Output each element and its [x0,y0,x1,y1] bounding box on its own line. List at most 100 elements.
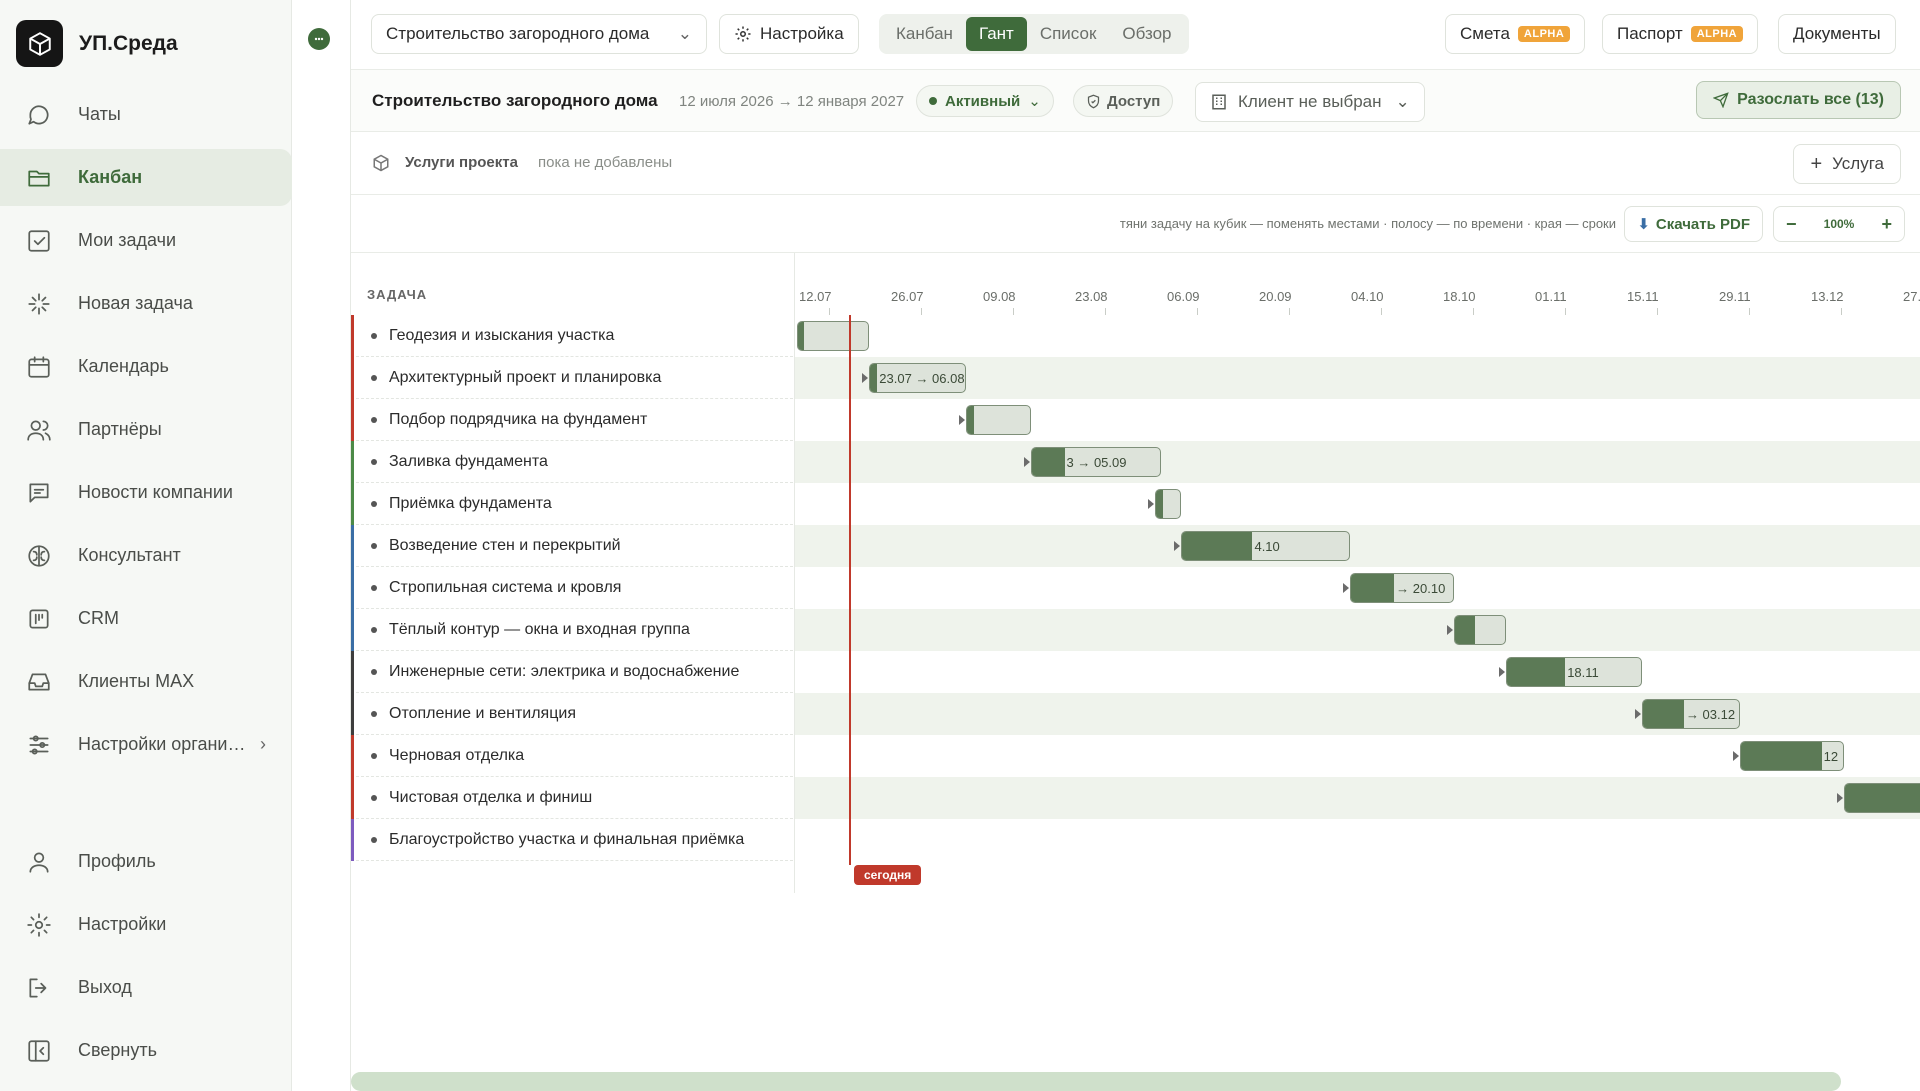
calendar-icon [24,352,54,382]
gantt-bar[interactable] [797,321,869,351]
crm-icon [24,604,54,634]
tab-overview[interactable]: Обзор [1109,17,1184,51]
documents-button[interactable]: Документы [1778,14,1896,54]
shield-icon [1087,94,1100,108]
task-row[interactable]: Заливка фундамента [351,441,793,483]
gear-icon [735,26,751,42]
task-color-stripe [351,735,354,777]
status-label: Активный [945,92,1021,110]
gantt-bar[interactable] [1453,615,1506,645]
send-all-button[interactable]: Разослать все (13) [1696,81,1901,119]
sidebar-item-1[interactable]: Канбан [0,149,292,206]
gantt-bar[interactable]: → 03.12 [1642,699,1740,729]
task-bullet [371,500,377,507]
gantt-bar[interactable]: 3 → 05.09 [1031,447,1161,477]
tab-kanban[interactable]: Канбан [883,17,966,51]
plus-icon: + [1810,152,1823,175]
task-row[interactable]: Приёмка фундамента [351,483,793,525]
gantt-bar[interactable]: 23.07 → 06.08 [868,363,966,393]
timeline-tick-mark [1657,308,1658,315]
sidebar-item-label: CRM [78,608,119,628]
sidebar-bottom-0[interactable]: Профиль [0,833,292,890]
status-badge[interactable]: Активный ⌄ [916,85,1054,117]
timeline-tick-mark [1473,308,1474,315]
sidebar-item-0[interactable]: Чаты [0,86,292,143]
gantt-bar-label: 4.10 [1254,539,1280,554]
dependency-arrow [1836,793,1843,803]
download-pdf-button[interactable]: ⬇ Скачать PDF [1624,206,1763,242]
sidebar-item-6[interactable]: Новости компании [0,464,292,521]
sidebar-item-4[interactable]: Календарь [0,338,292,395]
task-color-stripe [351,819,354,861]
task-row[interactable]: Тёплый контур — окна и входная группа [351,609,793,651]
sidebar-bottom-3[interactable]: Свернуть [0,1022,292,1079]
gantt-bar-progress [1740,742,1822,770]
gantt-bar[interactable] [966,405,1031,435]
settings-button[interactable]: Настройка [719,14,859,54]
task-row[interactable]: Геодезия и изыскания участка [351,315,793,357]
task-color-stripe [351,315,354,357]
sidebar-item-10[interactable]: Настройки органи… › [0,716,292,773]
gantt-bar[interactable] [1843,783,1920,813]
gantt-bar-progress [1350,574,1395,602]
sidebar-item-2[interactable]: Мои задачи [0,212,292,269]
timeline-tick-label: 15.11 [1627,289,1659,304]
sidebar-item-label: Настройки [78,914,167,934]
sidebar-item-8[interactable]: CRM [0,590,292,647]
task-name: Заливка фундамента [389,452,548,470]
chat-bubble-icon[interactable] [308,28,330,50]
app-name: УП.Среда [79,31,178,55]
gantt-bar[interactable]: 18.11 [1505,657,1642,687]
zoom-in-button[interactable]: + [1881,214,1892,235]
estimate-button[interactable]: Смета ALPHA [1445,14,1586,54]
access-label: Доступ [1107,92,1161,110]
passport-button[interactable]: Паспорт ALPHA [1602,14,1759,54]
dependency-arrow [959,415,965,425]
dependency-arrow [1342,583,1349,593]
row-band [795,441,1920,483]
row-band [795,693,1920,735]
task-row[interactable]: Чистовая отделка и финиш [351,777,793,819]
tab-list[interactable]: Список [1027,17,1110,51]
task-row[interactable]: Черновая отделка [351,735,793,777]
row-band [795,525,1920,567]
task-color-stripe [351,399,354,441]
task-row[interactable]: Стропильная система и кровля [351,567,793,609]
task-row[interactable]: Архитектурный проект и планировка [351,357,793,399]
sidebar-bottom-1[interactable]: Настройки [0,896,292,953]
horizontal-scrollbar[interactable] [351,1072,1841,1091]
task-column-header: ЗАДАЧА [367,287,428,302]
task-color-stripe [351,441,354,483]
estimate-label: Смета [1460,24,1510,43]
timeline-tick-mark [1289,308,1290,315]
access-button[interactable]: Доступ [1073,85,1174,117]
brand[interactable]: УП.Среда [16,20,178,67]
sidebar-bottom-2[interactable]: Выход [0,959,292,1016]
main-area: Строительство загородного дома ⌄ Настрой… [350,0,1920,1091]
dependency-arrow [1147,499,1154,509]
services-label: Услуги проекта [405,154,518,171]
sidebar-item-5[interactable]: Партнёры [0,401,292,458]
box-icon [373,154,389,172]
gantt-bar[interactable]: → 20.10 [1349,573,1454,603]
gantt-bar[interactable]: 4.10 [1180,531,1350,561]
add-service-button[interactable]: + Услуга [1793,144,1901,184]
tab-gantt[interactable]: Гант [965,17,1027,51]
gantt-bar[interactable] [1154,489,1181,519]
task-row[interactable]: Возведение стен и перекрытий [351,525,793,567]
sidebar-item-9[interactable]: Клиенты MAX [0,653,292,710]
project-select[interactable]: Строительство загородного дома ⌄ [371,14,707,54]
client-label: Клиент не выбран [1238,92,1382,111]
sidebar-item-7[interactable]: Консультант [0,527,292,584]
gantt-bar[interactable]: 12 [1739,741,1844,771]
zoom-out-button[interactable]: − [1786,214,1797,235]
add-service-label: Услуга [1832,154,1884,173]
task-row[interactable]: Отопление и вентиляция [351,693,793,735]
task-row[interactable]: Инженерные сети: электрика и водоснабжен… [351,651,793,693]
sidebar-item-3[interactable]: Новая задача [0,275,292,332]
client-select[interactable]: Клиент не выбран ⌄ [1195,82,1425,122]
sidebar-item-label: Клиенты MAX [78,671,195,691]
task-row[interactable]: Подбор подрядчика на фундамент [351,399,793,441]
task-row[interactable]: Благоустройство участка и финальная приё… [351,819,793,861]
task-color-stripe [351,525,354,567]
